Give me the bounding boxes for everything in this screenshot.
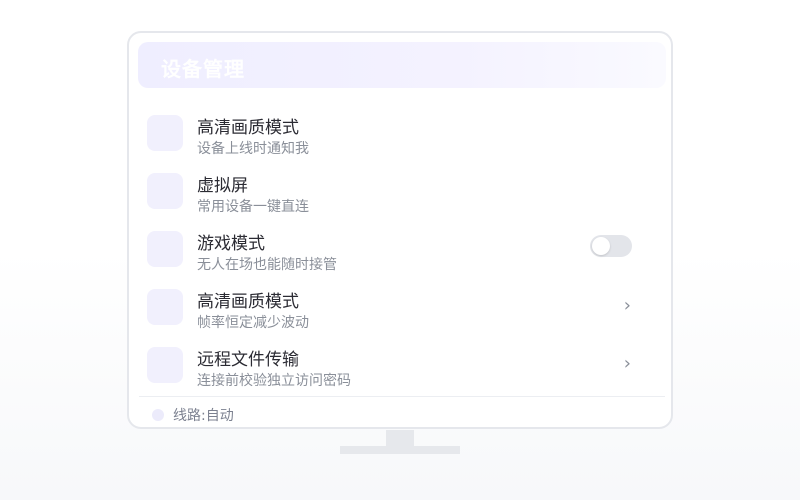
chevron-right-icon[interactable]: › xyxy=(624,295,631,316)
setting-title: 游戏模式 xyxy=(197,234,265,254)
setting-row-hd-framerate[interactable]: 高清画质模式 帧率恒定减少波动 › xyxy=(147,287,657,339)
setting-title: 高清画质模式 xyxy=(197,292,299,312)
page-title: 设备管理 xyxy=(161,57,245,81)
setting-icon xyxy=(147,115,183,151)
toggle-knob xyxy=(592,237,610,255)
setting-subtitle: 连接前校验独立访问密码 xyxy=(197,373,351,389)
setting-row-file-transfer[interactable]: 远程文件传输 连接前校验独立访问密码 › xyxy=(147,345,657,397)
setting-subtitle: 帧率恒定减少波动 xyxy=(197,315,309,331)
game-mode-toggle[interactable] xyxy=(590,235,632,257)
footer-divider xyxy=(139,396,665,397)
setting-subtitle: 无人在场也能随时接管 xyxy=(197,257,337,273)
monitor-frame: 设备管理 高清画质模式 设备上线时通知我 虚拟屏 常用设备一键直连 游戏模式 无… xyxy=(127,31,673,429)
status-dot-icon xyxy=(152,409,164,421)
setting-title: 高清画质模式 xyxy=(197,118,299,138)
setting-title: 虚拟屏 xyxy=(197,176,248,196)
setting-row-game-mode[interactable]: 游戏模式 无人在场也能随时接管 xyxy=(147,229,657,281)
route-status-label[interactable]: 线路:自动 xyxy=(173,405,234,425)
setting-icon xyxy=(147,347,183,383)
setting-icon xyxy=(147,173,183,209)
setting-subtitle: 设备上线时通知我 xyxy=(197,141,309,157)
setting-icon xyxy=(147,289,183,325)
monitor-stand-neck xyxy=(386,430,414,447)
setting-title: 远程文件传输 xyxy=(197,350,299,370)
setting-icon xyxy=(147,231,183,267)
setting-row-hd-mode[interactable]: 高清画质模式 设备上线时通知我 xyxy=(147,113,657,165)
monitor-stand-base xyxy=(340,446,460,454)
chevron-right-icon[interactable]: › xyxy=(624,353,631,374)
setting-row-virtual-screen[interactable]: 虚拟屏 常用设备一键直连 xyxy=(147,171,657,223)
setting-subtitle: 常用设备一键直连 xyxy=(197,199,309,215)
panel-header: 设备管理 xyxy=(138,42,666,88)
